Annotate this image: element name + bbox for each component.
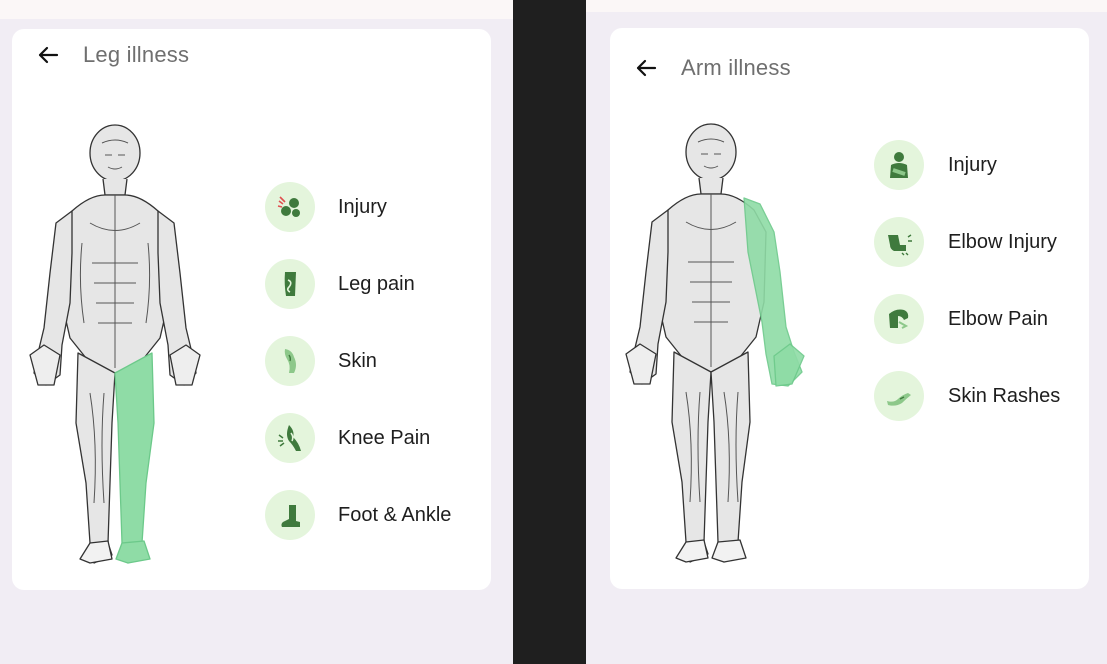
header: Leg illness [34,41,189,69]
list-item-injury[interactable]: Injury [874,140,1060,190]
arm-illness-card: Arm illness Injury Elbow Injury Elbow Pa… [610,28,1089,589]
human-body-diagram [29,124,201,564]
arm-illness-screen: Arm illness Injury Elbow Injury Elbow Pa… [586,0,1107,664]
list-item-foot-ankle[interactable]: Foot & Ankle [265,490,451,540]
skin-icon [265,336,315,386]
item-label: Injury [948,153,997,176]
list-item-knee-pain[interactable]: Knee Pain [265,413,451,463]
list-item-skin-rashes[interactable]: Skin Rashes [874,371,1060,421]
injury-icon [265,182,315,232]
header: Arm illness [632,54,791,82]
top-app-bar-strip [586,0,1107,12]
top-app-bar-strip [0,0,513,19]
item-label: Injury [338,195,387,218]
leg-illness-screen: Leg illness Injury Leg pain Skin Knee Pa… [0,0,513,664]
leg-illness-list: Injury Leg pain Skin Knee Pain Foot & An… [265,182,451,567]
back-button[interactable] [34,41,62,69]
list-item-elbow-pain[interactable]: Elbow Pain [874,294,1060,344]
foot-ankle-icon [265,490,315,540]
page-title: Arm illness [681,55,791,80]
arrow-left-icon [38,46,59,64]
leg-illness-card: Leg illness Injury Leg pain Skin Knee Pa… [12,29,491,590]
leg-pain-icon [265,259,315,309]
list-item-leg-pain[interactable]: Leg pain [265,259,451,309]
screen-divider [513,0,586,664]
arrow-left-icon [636,59,657,77]
page-title: Leg illness [83,42,190,67]
body-figure-leg[interactable] [20,123,210,573]
arm-illness-list: Injury Elbow Injury Elbow Pain Skin Rash… [874,140,1060,448]
elbow-pain-icon [874,294,924,344]
list-item-elbow-injury[interactable]: Elbow Injury [874,217,1060,267]
item-label: Leg pain [338,272,415,295]
item-label: Foot & Ankle [338,503,452,526]
list-item-skin[interactable]: Skin [265,336,451,386]
body-figure-arm[interactable] [616,122,806,572]
elbow-injury-icon [874,217,924,267]
list-item-injury[interactable]: Injury [265,182,451,232]
item-label: Skin Rashes [948,384,1061,407]
knee-pain-icon [265,413,315,463]
skin-rashes-icon [874,371,924,421]
human-body-diagram [625,123,805,563]
item-label: Elbow Pain [948,307,1049,330]
arm-injury-icon [874,140,924,190]
item-label: Elbow Injury [948,230,1057,253]
back-button[interactable] [632,54,660,82]
item-label: Skin [338,349,377,372]
item-label: Knee Pain [338,426,431,449]
